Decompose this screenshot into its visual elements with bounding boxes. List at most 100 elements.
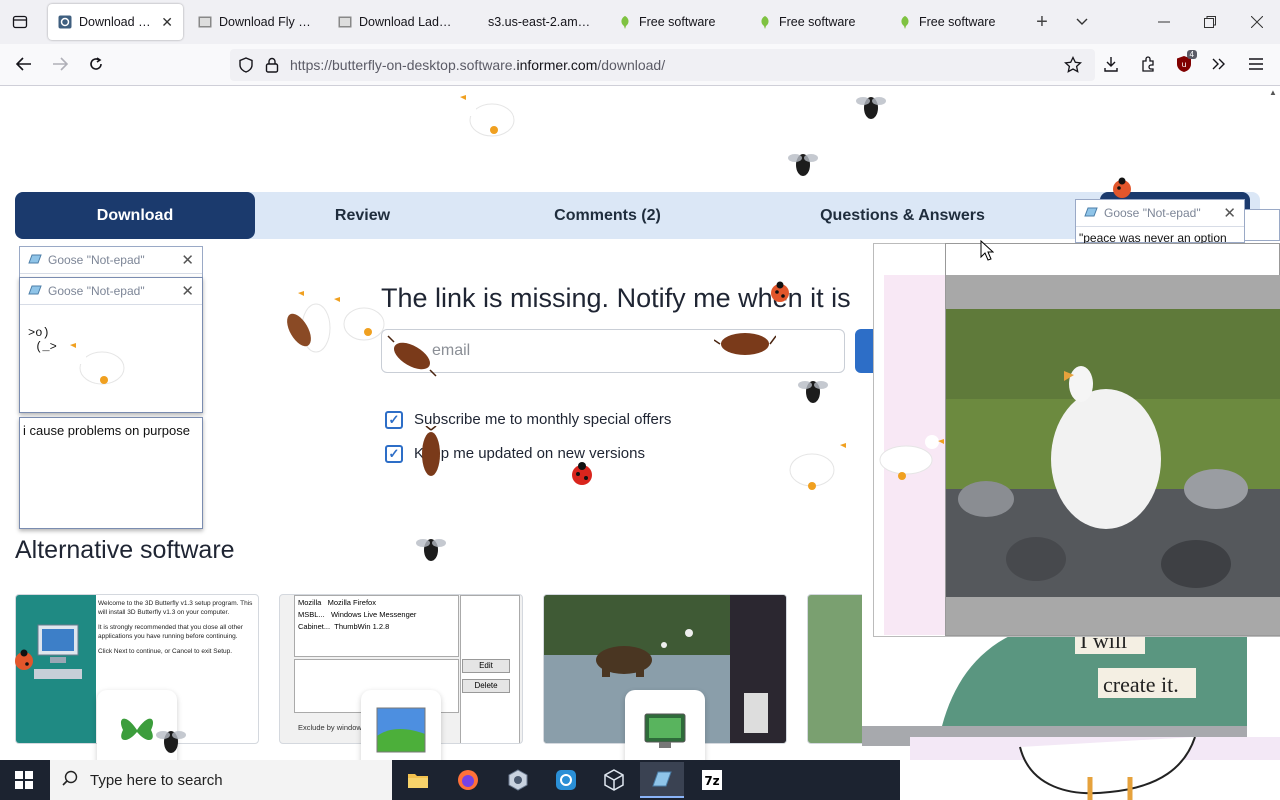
cube-app-icon[interactable] (592, 762, 636, 798)
tab-title: Free software (919, 15, 996, 29)
cockroach-icon (287, 313, 311, 347)
goose-icon (789, 439, 846, 490)
goose-icon (879, 435, 944, 480)
window-title: Goose "Not-epad" (48, 253, 145, 267)
ladybug-icon (771, 281, 789, 302)
list-all-tabs-icon[interactable] (6, 8, 34, 36)
close-icon[interactable]: ✕ (181, 251, 194, 269)
fly-icon (788, 154, 818, 176)
exclude-label: Exclude by window (298, 723, 362, 732)
computer-icon (34, 624, 82, 679)
windows-start-icon[interactable] (2, 762, 46, 798)
browser-tab-active[interactable]: Download Butterfly on Desktop ✕ (48, 4, 183, 40)
ascii-goose-text: >o) (_> (28, 326, 57, 354)
notify-button[interactable] (855, 329, 875, 373)
close-window-icon[interactable] (1243, 8, 1271, 36)
firefox-icon[interactable] (446, 762, 490, 798)
ladybug-icon (572, 462, 592, 485)
address-bar[interactable]: https://butterfly-on-desktop.software. in… (230, 49, 1095, 81)
tab-title: Free software (639, 15, 716, 29)
fly-icon (856, 97, 886, 119)
goose-icon (70, 339, 125, 385)
goose-icon (334, 293, 385, 341)
sync-app-icon[interactable] (544, 762, 588, 798)
card-text-line: Click Next to continue, or Cancel to exi… (98, 648, 233, 655)
file-explorer-icon[interactable] (396, 762, 440, 798)
7zip-icon[interactable]: 7z (690, 762, 734, 798)
list-item: Windows Live Messenger (330, 610, 417, 619)
new-tab-icon[interactable]: + (1028, 8, 1056, 36)
close-icon[interactable]: ✕ (1223, 204, 1236, 222)
browser-tab[interactable]: Free software (748, 4, 883, 40)
back-arrow-icon[interactable] (10, 50, 38, 78)
shield-icon[interactable] (232, 51, 260, 79)
taskbar-search-box[interactable]: Type here to search (50, 760, 392, 800)
bookmark-star-icon[interactable] (1059, 51, 1087, 79)
notepad-goose-taskbar-icon[interactable] (640, 762, 684, 798)
ladybug-icon (15, 649, 33, 670)
overflow-chevrons-icon[interactable] (1205, 50, 1233, 78)
cockroach-icon (714, 333, 776, 355)
tab-questions-answers[interactable]: Questions & Answers (790, 192, 1015, 239)
goose-note-window[interactable]: i cause problems on purpose (19, 417, 203, 529)
forward-arrow-icon[interactable] (46, 50, 74, 78)
subscribe-label: Subscribe me to monthly special offers (414, 411, 672, 428)
list-item-short: MSBL... (298, 610, 325, 619)
extensions-icon[interactable] (1134, 50, 1162, 78)
scroll-up-icon[interactable]: ▲ (1269, 88, 1277, 97)
close-tab-icon[interactable]: ✕ (161, 14, 173, 31)
reload-icon[interactable] (82, 50, 110, 78)
monitor-app-icon (625, 690, 705, 770)
edit-button: Edit (462, 659, 510, 673)
notepad-titlebar: Goose "Not-epad" ✕ (20, 247, 202, 274)
card-text-line: applications you have running before con… (98, 633, 238, 640)
notepad-titlebar: Goose "Not-epad" ✕ (1076, 200, 1244, 227)
subscribe-checkbox[interactable]: ✓ (385, 411, 403, 429)
notepad-icon (28, 284, 42, 299)
lock-icon[interactable] (258, 51, 286, 79)
svg-text:u: u (1181, 60, 1186, 69)
minimize-icon[interactable] (1150, 8, 1178, 36)
tab-comments[interactable]: Comments (2) (490, 192, 725, 239)
tab-review[interactable]: Review (255, 192, 470, 239)
gear-cube-app-icon[interactable] (496, 762, 540, 798)
leaf-favicon-icon (898, 15, 912, 29)
ladybug-icon (1113, 177, 1131, 198)
browser-tab[interactable]: Free software (888, 4, 1023, 40)
window-title: Goose "Not-epad" (1104, 206, 1201, 220)
goose-notepad-window[interactable]: Goose "Not-epad" ✕ (19, 246, 203, 278)
goose-window-partial[interactable] (1244, 209, 1280, 241)
url-prefix: https://butterfly-on-desktop.software. (290, 57, 517, 73)
browser-tab[interactable]: Download Fly on Desktop (188, 4, 323, 40)
ublock-icon[interactable]: u 4 (1170, 50, 1198, 78)
close-icon[interactable]: ✕ (181, 282, 194, 300)
page-favicon-icon (338, 15, 352, 29)
goose-quote-window[interactable]: Goose "Not-epad" ✕ "peace was never an o… (1075, 199, 1245, 245)
browser-tab[interactable]: Download Ladybug on Desktop (328, 4, 463, 40)
downloads-icon[interactable] (1097, 50, 1125, 78)
tab-download[interactable]: Download (15, 192, 255, 239)
menu-hamburger-icon[interactable] (1242, 50, 1270, 78)
cartoon-goose-image (1019, 737, 1196, 800)
tab-title: Download Ladybug on Desktop (359, 15, 453, 29)
alt-card-partial[interactable] (807, 594, 867, 744)
list-item-short: Mozilla (298, 598, 322, 607)
meme-text-2: create it. (1103, 672, 1179, 697)
alternative-software-title: Alternative software (15, 536, 235, 564)
cockroach-icon (387, 335, 437, 377)
restore-icon[interactable] (1196, 8, 1224, 36)
tab-title: s3.us-east-2.amazonaws.com (488, 15, 593, 29)
browser-tab[interactable]: Free software (608, 4, 743, 40)
chevron-down-icon[interactable] (1068, 8, 1096, 36)
updates-checkbox[interactable]: ✓ (385, 445, 403, 463)
fly-icon (416, 539, 446, 561)
tab-title: Free software (779, 15, 856, 29)
card-text-line: It is strongly recommended that you clos… (98, 624, 243, 631)
notepad-icon (28, 253, 42, 268)
tab-title: Download Butterfly on Desktop (79, 15, 154, 29)
leaf-favicon-icon (618, 15, 632, 29)
url-domain: informer.com (516, 57, 598, 73)
browser-tab[interactable]: s3.us-east-2.amazonaws.com (478, 4, 603, 40)
list-item-short: Cabinet... (298, 622, 331, 631)
list-item: Mozilla Firefox (327, 598, 376, 607)
